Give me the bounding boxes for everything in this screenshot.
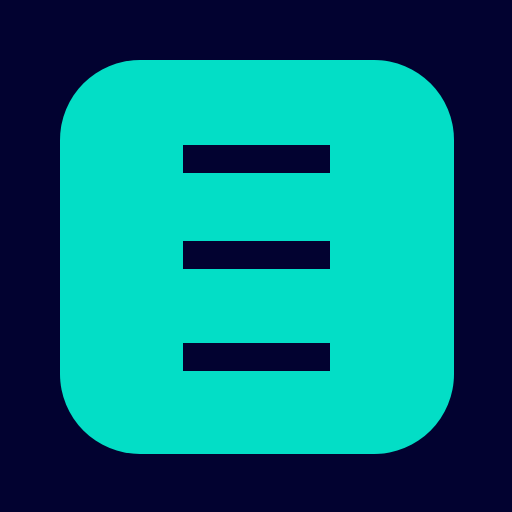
screen-background (0, 0, 512, 512)
menu-bar-top (183, 145, 330, 173)
app-icon-tile[interactable] (60, 60, 454, 454)
menu-bar-middle (183, 241, 330, 269)
menu-bar-bottom (183, 343, 330, 371)
